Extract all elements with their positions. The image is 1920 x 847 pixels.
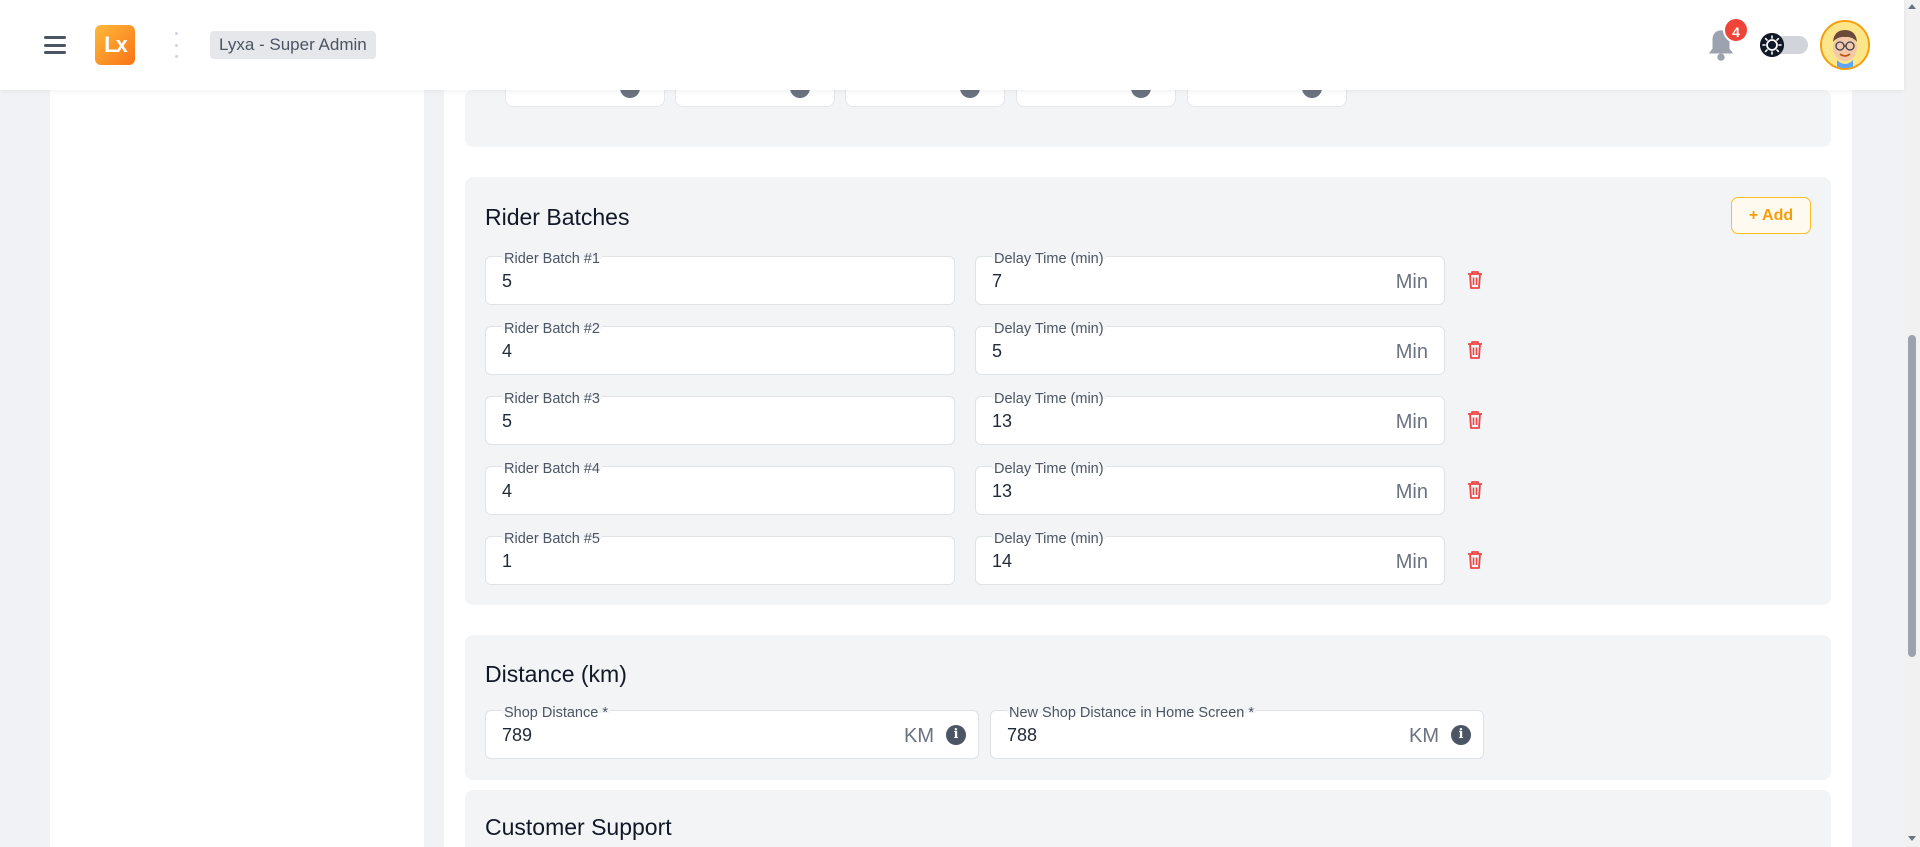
- field-value: 4: [502, 481, 513, 501]
- option-chip[interactable]: [1187, 84, 1347, 107]
- field-label: Rider Batch #3: [502, 391, 602, 407]
- trash-icon[interactable]: [1467, 550, 1483, 570]
- delay-time-3-field[interactable]: Delay Time (min) 13 Min: [975, 391, 1445, 445]
- customer-support-title: Customer Support: [485, 814, 672, 840]
- delay-time-5-field[interactable]: Delay Time (min) 14 Min: [975, 531, 1445, 585]
- sidebar-panel: [50, 90, 424, 847]
- scroll-up-icon[interactable]: [1908, 4, 1916, 9]
- unit-label: Min: [1395, 271, 1428, 293]
- info-icon[interactable]: i: [1451, 725, 1471, 745]
- unit-label: Min: [1395, 411, 1428, 433]
- field-value: 13: [992, 411, 1013, 431]
- field-value: 13: [992, 481, 1013, 501]
- notification-count-badge: 4: [1723, 17, 1749, 43]
- user-avatar[interactable]: [1820, 20, 1870, 70]
- rider-batch-3-field[interactable]: Rider Batch #3 5: [485, 391, 955, 445]
- field-label: New Shop Distance in Home Screen *: [1007, 705, 1257, 721]
- field-label: Rider Batch #2: [502, 321, 602, 337]
- more-vertical-icon[interactable]: [174, 32, 178, 58]
- page-scrollbar[interactable]: [1904, 0, 1920, 847]
- customer-support-card: Customer Support: [465, 790, 1831, 847]
- field-value: 4: [502, 341, 513, 361]
- field-value: 789: [502, 725, 533, 745]
- field-value: 5: [992, 341, 1003, 361]
- field-label: Rider Batch #4: [502, 461, 602, 477]
- rider-batch-1-field[interactable]: Rider Batch #1 5: [485, 251, 955, 305]
- rider-batch-4-field[interactable]: Rider Batch #4 4: [485, 461, 955, 515]
- field-label: Delay Time (min): [992, 251, 1106, 267]
- field-value: 5: [502, 271, 513, 291]
- role-badge: Lyxa - Super Admin: [210, 31, 376, 59]
- menu-icon[interactable]: [44, 36, 66, 54]
- unit-label: Min: [1395, 341, 1428, 363]
- scroll-down-icon[interactable]: [1908, 836, 1916, 841]
- field-label: Delay Time (min): [992, 531, 1106, 547]
- trash-icon[interactable]: [1467, 410, 1483, 430]
- field-label: Delay Time (min): [992, 461, 1106, 477]
- top-header: Lx Lyxa - Super Admin 4: [0, 0, 1904, 90]
- shop-distance-field[interactable]: Shop Distance * 789 KM i: [485, 705, 979, 759]
- trash-icon[interactable]: [1467, 480, 1483, 500]
- lyxa-logo[interactable]: Lx: [95, 25, 135, 65]
- trash-icon[interactable]: [1467, 270, 1483, 290]
- field-label: Shop Distance *: [502, 705, 610, 721]
- distance-title: Distance (km): [485, 661, 627, 687]
- field-value: 5: [502, 411, 513, 431]
- unit-label: Min: [1395, 481, 1428, 503]
- field-label: Delay Time (min): [992, 321, 1106, 337]
- previous-section-card: [465, 84, 1831, 147]
- rider-batches-title: Rider Batches: [485, 204, 630, 230]
- add-rider-batch-button[interactable]: + Add: [1731, 197, 1811, 234]
- scroll-thumb[interactable]: [1908, 335, 1916, 657]
- avatar-face-icon: [1822, 22, 1868, 68]
- sun-icon: [1760, 33, 1784, 57]
- option-chip[interactable]: [1016, 84, 1176, 107]
- theme-toggle[interactable]: [1760, 33, 1808, 57]
- option-chip[interactable]: [505, 84, 665, 107]
- field-label: Delay Time (min): [992, 391, 1106, 407]
- unit-label: KM: [1409, 725, 1439, 747]
- rider-batch-5-field[interactable]: Rider Batch #5 1: [485, 531, 955, 585]
- option-chip[interactable]: [845, 84, 1005, 107]
- rider-batch-2-field[interactable]: Rider Batch #2 4: [485, 321, 955, 375]
- trash-icon[interactable]: [1467, 340, 1483, 360]
- unit-label: KM: [904, 725, 934, 747]
- field-label: Rider Batch #5: [502, 531, 602, 547]
- new-shop-distance-field[interactable]: New Shop Distance in Home Screen * 788 K…: [990, 705, 1484, 759]
- info-icon[interactable]: i: [946, 725, 966, 745]
- field-label: Rider Batch #1: [502, 251, 602, 267]
- delay-time-4-field[interactable]: Delay Time (min) 13 Min: [975, 461, 1445, 515]
- field-value: 7: [992, 271, 1003, 291]
- field-value: 14: [992, 551, 1013, 571]
- field-value: 788: [1007, 725, 1038, 745]
- unit-label: Min: [1395, 551, 1428, 573]
- delay-time-2-field[interactable]: Delay Time (min) 5 Min: [975, 321, 1445, 375]
- delay-time-1-field[interactable]: Delay Time (min) 7 Min: [975, 251, 1445, 305]
- option-chip[interactable]: [675, 84, 835, 107]
- field-value: 1: [502, 551, 513, 571]
